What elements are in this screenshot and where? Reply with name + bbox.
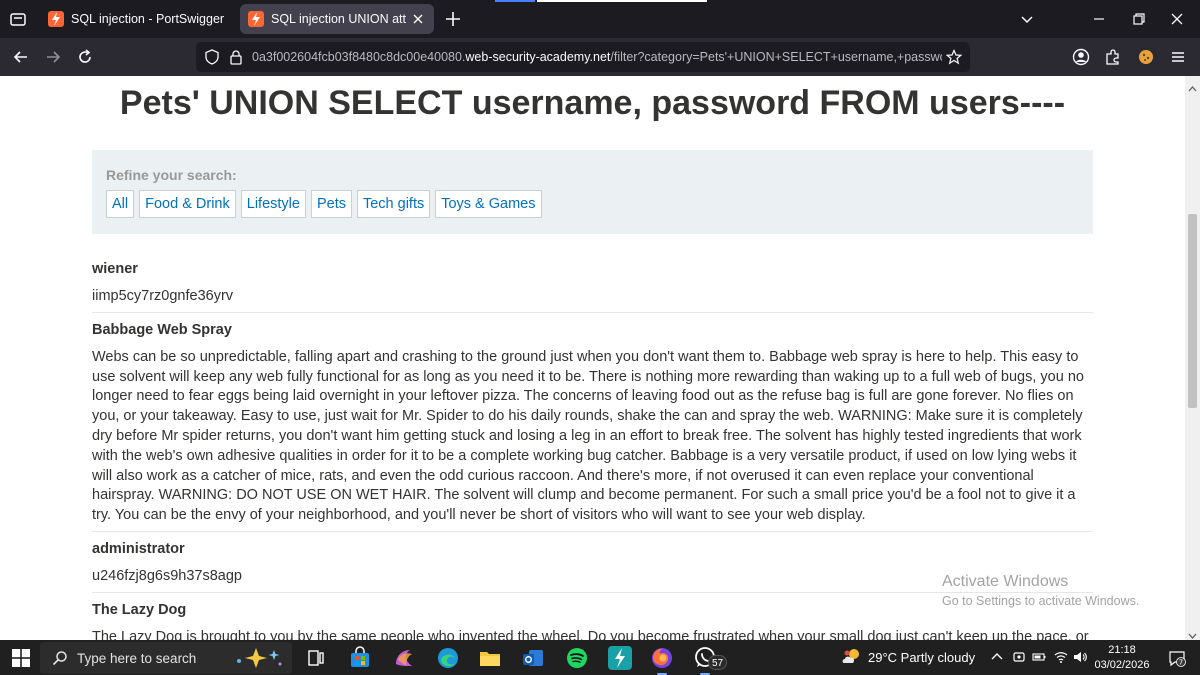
notifications-count: 7 <box>1179 659 1183 667</box>
row-value: Webs can be so unpredictable, falling ap… <box>92 344 1093 532</box>
row-value: iimp5cy7rz0gnfe36yrv <box>92 283 1093 313</box>
filter-panel: Refine your search: All Food & Drink Lif… <box>92 150 1093 234</box>
scrollbar-thumb[interactable] <box>1188 214 1197 408</box>
burp-suite-icon[interactable] <box>608 646 632 670</box>
lock-icon[interactable] <box>228 49 244 65</box>
notifications-icon[interactable]: 7 <box>1168 649 1186 667</box>
url-prefix: 0a3f002604fcb03f8480c8dc00e40080. <box>252 50 466 64</box>
tab-list-icon[interactable] <box>8 9 28 29</box>
wifi-icon[interactable] <box>1054 650 1068 664</box>
taskbar-search[interactable]: Type here to search <box>40 642 292 674</box>
search-icon <box>52 650 68 666</box>
portswigger-favicon-icon <box>48 11 64 27</box>
watermark-title: Activate Windows <box>942 573 1069 590</box>
reload-icon[interactable] <box>75 47 95 67</box>
file-explorer-icon[interactable] <box>478 646 502 670</box>
outlook-mail-icon[interactable] <box>521 646 545 670</box>
table-row: Babbage Web Spray Webs can be so unpredi… <box>92 317 1093 532</box>
tab-strip-accent <box>495 0 535 2</box>
meet-now-icon[interactable] <box>1012 650 1026 664</box>
url-text[interactable]: 0a3f002604fcb03f8480c8dc00e40080.web-sec… <box>252 50 942 64</box>
tab-union-attack[interactable]: SQL injection UNION attack, ret <box>240 4 434 34</box>
system-clock[interactable]: 21:18 03/02/2026 <box>1092 643 1152 673</box>
windows-taskbar: Type here to search 29°C Partly cloudy 2… <box>0 640 1200 675</box>
filter-link-pets[interactable]: Pets <box>310 190 352 218</box>
clock-time: 21:18 <box>1108 644 1136 656</box>
back-arrow-icon[interactable] <box>11 47 31 67</box>
extensions-puzzle-icon[interactable] <box>1103 47 1123 67</box>
watermark-subtitle: Go to Settings to activate Windows. <box>942 594 1140 608</box>
filter-link-tech-gifts[interactable]: Tech gifts <box>356 190 431 218</box>
tab-bar: SQL injection - PortSwigger SQL injectio… <box>0 0 1200 38</box>
close-tab-icon[interactable] <box>410 11 426 27</box>
firefox-icon[interactable] <box>650 646 674 675</box>
sparkles-icon <box>230 646 288 670</box>
new-tab-plus-icon[interactable] <box>444 10 462 28</box>
row-heading: administrator <box>92 540 185 557</box>
row-heading: Babbage Web Spray <box>92 321 232 338</box>
page-title: Pets' UNION SELECT username, password FR… <box>119 84 1066 122</box>
task-view-icon[interactable] <box>304 646 328 670</box>
filter-link-all[interactable]: All <box>106 190 135 218</box>
account-icon[interactable] <box>1071 47 1091 67</box>
filter-link-lifestyle[interactable]: Lifestyle <box>240 190 306 218</box>
row-heading: wiener <box>92 261 138 277</box>
hamburger-menu-icon[interactable] <box>1168 47 1188 67</box>
chevron-up-icon[interactable] <box>990 650 1004 664</box>
volume-icon[interactable] <box>1073 650 1087 664</box>
filter-link-food-drink[interactable]: Food & Drink <box>139 190 236 218</box>
tab-title: SQL injection - PortSwigger <box>71 12 225 26</box>
weather-partly-cloudy-icon[interactable] <box>840 646 862 668</box>
copilot-icon[interactable] <box>392 646 416 670</box>
url-bar[interactable]: 0a3f002604fcb03f8480c8dc00e40080.web-sec… <box>196 42 970 72</box>
scroll-down-arrow-icon[interactable] <box>1188 627 1197 639</box>
tab-sql-injection[interactable]: SQL injection - PortSwigger <box>40 4 236 34</box>
forward-arrow-icon[interactable] <box>43 47 63 67</box>
edge-browser-icon[interactable] <box>436 646 460 670</box>
close-window-icon[interactable] <box>1168 10 1186 28</box>
bookmark-star-icon[interactable] <box>945 49 963 65</box>
scroll-up-arrow-icon[interactable] <box>1188 80 1197 92</box>
filter-links: All Food & Drink Lifestyle Pets Tech gif… <box>106 190 542 218</box>
page-viewport: Pets' UNION SELECT username, password FR… <box>0 76 1185 640</box>
search-placeholder: Type here to search <box>77 651 197 666</box>
clock-date: 03/02/2026 <box>1094 659 1150 671</box>
weather-text[interactable]: 29°C Partly cloudy <box>868 650 975 665</box>
microsoft-store-icon[interactable] <box>348 646 372 670</box>
cookie-extension-icon[interactable] <box>1136 47 1156 67</box>
url-path: /filter?category=Pets'+UNION+SELECT+user… <box>610 50 942 64</box>
tab-strip-accent <box>537 0 707 2</box>
battery-icon[interactable] <box>1032 650 1046 664</box>
navigation-toolbar: 0a3f002604fcb03f8480c8dc00e40080.web-sec… <box>0 38 1200 76</box>
windows-start-icon[interactable] <box>12 649 30 667</box>
row-value: The Lazy Dog is brought to you by the sa… <box>92 624 1093 640</box>
chevron-down-icon[interactable] <box>1018 10 1036 28</box>
tab-title: SQL injection UNION attack, ret <box>271 12 406 26</box>
minimize-icon[interactable] <box>1090 10 1108 28</box>
url-domain: web-security-academy.net <box>465 50 611 64</box>
activate-windows-watermark: Activate Windows Go to Settings to activ… <box>942 573 1139 608</box>
filter-label: Refine your search: <box>106 167 237 183</box>
portswigger-favicon-icon <box>248 11 264 27</box>
spotify-icon[interactable] <box>565 646 589 670</box>
restore-icon[interactable] <box>1130 10 1148 28</box>
shield-icon[interactable] <box>204 49 220 65</box>
whatsapp-unread-badge: 57 <box>708 655 728 670</box>
table-row: wiener iimp5cy7rz0gnfe36yrv <box>92 256 1093 313</box>
filter-link-toys-games[interactable]: Toys & Games <box>435 190 542 218</box>
page-scrollbar[interactable] <box>1185 76 1200 640</box>
